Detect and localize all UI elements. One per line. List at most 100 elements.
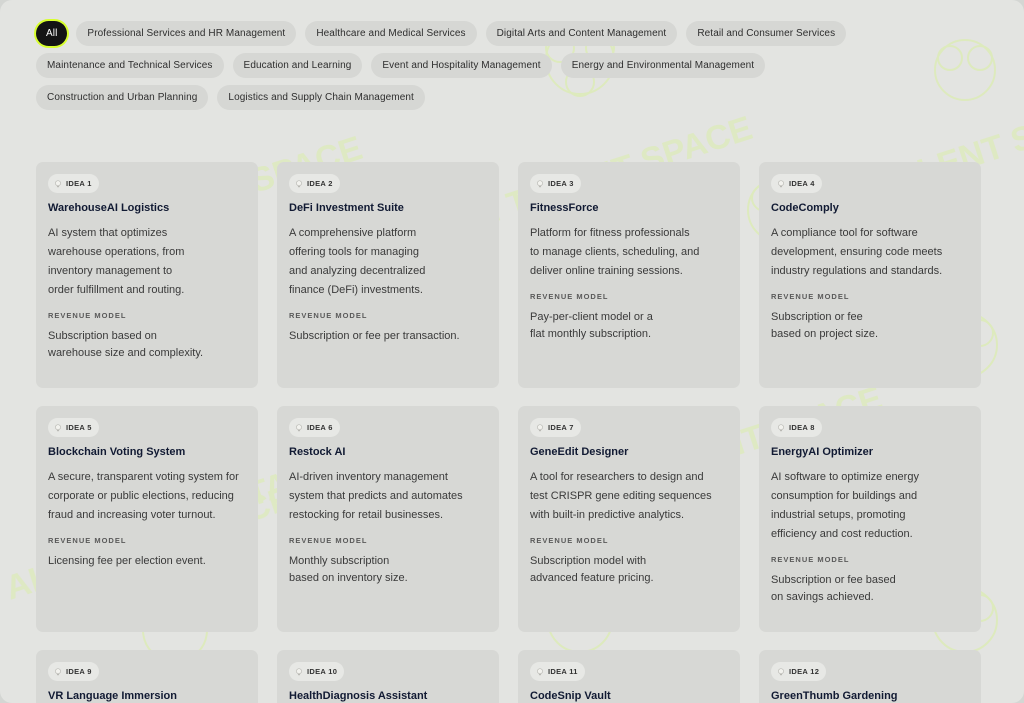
description-line: and analyzing decentralized <box>289 265 426 277</box>
description-line: AI software to optimize energy <box>771 471 919 483</box>
lightbulb-icon <box>537 667 543 675</box>
revenue-model-text: Subscription based on warehouse size and … <box>48 328 246 362</box>
idea-tag-label: IDEA 5 <box>66 423 92 432</box>
lightbulb-icon <box>55 423 61 431</box>
idea-card[interactable]: IDEA 4 CodeComply A compliance tool for so… <box>759 162 981 388</box>
idea-card[interactable]: IDEA 5 Blockchain Voting System A secure, … <box>36 406 258 632</box>
lightbulb-icon <box>778 179 784 187</box>
idea-tag-label: IDEA 1 <box>66 179 92 188</box>
idea-title: VR Language Immersion <box>48 690 177 702</box>
revenue-line: based on inventory size. <box>289 572 408 584</box>
idea-title: GreenThumb Gardening <box>771 690 898 702</box>
idea-card[interactable]: IDEA 2 DeFi Investment Suite A comprehensi… <box>277 162 499 388</box>
revenue-model-text: Monthly subscription based on inventory s… <box>289 553 487 587</box>
idea-title: EnergyAI Optimizer <box>771 446 874 458</box>
idea-tag: IDEA 8 <box>771 418 822 437</box>
idea-card[interactable]: IDEA 11 CodeSnip Vault <box>518 650 740 703</box>
filter-chip-all[interactable]: All <box>36 21 68 46</box>
filter-chip[interactable]: Logistics and Supply Chain Management <box>217 85 425 110</box>
idea-description: AI software to optimize energy consumptio… <box>771 468 969 544</box>
idea-tag-label: IDEA 6 <box>307 423 333 432</box>
revenue-model-label: REVENUE MODEL <box>289 311 368 320</box>
lightbulb-icon <box>778 667 784 675</box>
description-line: inventory management to <box>48 265 173 277</box>
idea-card[interactable]: IDEA 8 EnergyAI Optimizer AI software to o… <box>759 406 981 632</box>
revenue-line: Licensing fee per election event. <box>48 555 206 567</box>
revenue-model-label: REVENUE MODEL <box>530 536 609 545</box>
description-line: efficiency and cost reduction. <box>771 528 913 540</box>
category-filters: All Professional Services and HR Manageme… <box>36 21 936 110</box>
idea-tag-label: IDEA 7 <box>548 423 574 432</box>
revenue-model-label: REVENUE MODEL <box>530 292 609 301</box>
idea-description: Platform for fitness professionals to man… <box>530 224 728 281</box>
idea-title: Restock AI <box>289 446 346 458</box>
revenue-line: advanced feature pricing. <box>530 572 654 584</box>
description-line: consumption for buildings and <box>771 490 918 502</box>
revenue-model-label: REVENUE MODEL <box>771 555 850 564</box>
idea-description: A tool for researchers to design and test… <box>530 468 728 525</box>
description-line: Platform for fitness professionals <box>530 227 690 239</box>
idea-card[interactable]: IDEA 6 Restock AI AI-driven inventory mana… <box>277 406 499 632</box>
idea-tag: IDEA 3 <box>530 174 581 193</box>
idea-tag-label: IDEA 9 <box>66 667 92 676</box>
filter-chip[interactable]: Event and Hospitality Management <box>371 53 552 78</box>
revenue-line: Subscription or fee per transaction. <box>289 330 460 342</box>
filter-chip[interactable]: Construction and Urban Planning <box>36 85 209 110</box>
revenue-line: Subscription or fee <box>771 311 863 323</box>
filter-chip[interactable]: Retail and Consumer Services <box>686 21 847 46</box>
revenue-model-label: REVENUE MODEL <box>48 536 127 545</box>
idea-card[interactable]: IDEA 7 GeneEdit Designer A tool for resear… <box>518 406 740 632</box>
description-line: corporate or public elections, reducing <box>48 490 234 502</box>
filter-chip[interactable]: Maintenance and Technical Services <box>36 53 224 78</box>
idea-description: A compliance tool for software developmen… <box>771 224 969 281</box>
idea-tag: IDEA 4 <box>771 174 822 193</box>
lightbulb-icon <box>296 179 302 187</box>
description-line: AI system that optimizes <box>48 227 168 239</box>
idea-tag: IDEA 9 <box>48 662 99 681</box>
description-line: to manage clients, scheduling, and <box>530 246 700 258</box>
revenue-line: Subscription model with <box>530 555 647 567</box>
revenue-line: Subscription or fee based <box>771 574 896 586</box>
revenue-model-text: Subscription or fee per transaction. <box>289 328 487 345</box>
description-line: industry regulations and standards. <box>771 265 943 277</box>
revenue-model-text: Subscription or fee based on savings achi… <box>771 572 969 606</box>
idea-card[interactable]: IDEA 12 GreenThumb Gardening <box>759 650 981 703</box>
idea-tag: IDEA 10 <box>289 662 345 681</box>
filter-chip[interactable]: Digital Arts and Content Management <box>485 21 678 46</box>
revenue-model-label: REVENUE MODEL <box>771 292 850 301</box>
filter-chip[interactable]: Energy and Environmental Management <box>560 53 766 78</box>
idea-description: A secure, transparent voting system for c… <box>48 468 246 525</box>
filter-chip[interactable]: Healthcare and Medical Services <box>305 21 477 46</box>
idea-tag: IDEA 1 <box>48 174 99 193</box>
description-line: offering tools for managing <box>289 246 420 258</box>
idea-card[interactable]: IDEA 3 FitnessForce Platform for fitness p… <box>518 162 740 388</box>
description-line: finance (DeFi) investments. <box>289 284 423 296</box>
idea-card[interactable]: IDEA 1 WarehouseAI Logistics AI system tha… <box>36 162 258 388</box>
idea-tag-label: IDEA 10 <box>307 667 338 676</box>
idea-title: HealthDiagnosis Assistant <box>289 690 428 702</box>
idea-tag-label: IDEA 4 <box>789 179 815 188</box>
idea-title: Blockchain Voting System <box>48 446 186 458</box>
filter-chip[interactable]: Education and Learning <box>232 53 363 78</box>
description-line: restocking for retail businesses. <box>289 509 444 521</box>
lightbulb-icon <box>537 423 543 431</box>
idea-description: A comprehensive platform offering tools f… <box>289 224 487 300</box>
idea-tag: IDEA 11 <box>530 662 585 681</box>
ideas-grid: IDEA 1 WarehouseAI Logistics AI system tha… <box>36 162 981 703</box>
filter-chip[interactable]: Professional Services and HR Management <box>76 21 297 46</box>
idea-title: CodeSnip Vault <box>530 690 611 702</box>
description-line: test CRISPR gene editing sequences <box>530 490 712 502</box>
idea-tag-label: IDEA 11 <box>548 667 578 676</box>
description-line: warehouse operations, from <box>48 246 185 258</box>
idea-description: AI system that optimizes warehouse operat… <box>48 224 246 300</box>
description-line: industrial setups, promoting <box>771 509 906 521</box>
description-line: fraud and increasing voter turnout. <box>48 509 216 521</box>
idea-title: GeneEdit Designer <box>530 446 629 458</box>
idea-tag-label: IDEA 12 <box>789 667 820 676</box>
idea-card[interactable]: IDEA 10 HealthDiagnosis Assistant <box>277 650 499 703</box>
app-window: AI TALENT SPACE AI TALENT SPACE AI TALEN… <box>0 0 1024 703</box>
idea-tag-label: IDEA 2 <box>307 179 333 188</box>
description-line: system that predicts and automates <box>289 490 463 502</box>
idea-card[interactable]: IDEA 9 VR Language Immersion <box>36 650 258 703</box>
revenue-model-label: REVENUE MODEL <box>289 536 368 545</box>
